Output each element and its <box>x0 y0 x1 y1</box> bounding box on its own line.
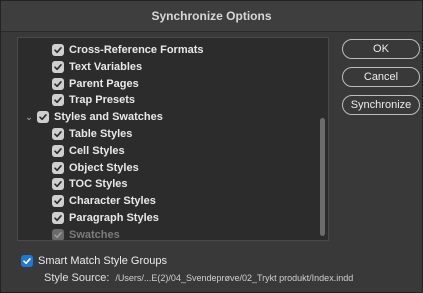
checkmark-icon <box>54 215 62 222</box>
checkmark-icon <box>54 131 62 138</box>
list-item-label: Paragraph Styles <box>69 212 159 224</box>
list-item-checkbox[interactable] <box>52 212 64 224</box>
synchronize-options-dialog: Synchronize Options Cross-Reference Form… <box>0 0 423 293</box>
list-item-checkbox[interactable] <box>52 161 64 174</box>
style-source: Style Source: /Users/...E(2)/04_Svendepr… <box>44 271 353 285</box>
list-item-label: Trap Presets <box>69 94 136 107</box>
style-source-label: Style Source: <box>44 272 110 284</box>
ok-button[interactable]: OK <box>342 39 420 59</box>
style-source-path: /Users/...E(2)/04_Svendeprøve/02_Trykt p… <box>115 273 354 283</box>
list-item-label: Cell Styles <box>69 144 125 157</box>
checkmark-icon <box>54 231 62 238</box>
list-item[interactable]: ⌄ Styles and Swatches <box>24 109 163 125</box>
list-item-checkbox[interactable] <box>52 144 64 157</box>
checkmark-icon <box>54 147 62 154</box>
list-item[interactable]: Trap Presets <box>52 92 135 108</box>
list-item-checkbox[interactable] <box>52 44 64 56</box>
checkmark-icon <box>54 181 62 188</box>
list-item-label: Text Variables <box>69 60 143 73</box>
list-item[interactable]: Swatches <box>52 227 120 241</box>
list-item[interactable]: Parent Pages <box>52 76 139 92</box>
checkmark-icon <box>54 164 62 171</box>
dialog-title: Synchronize Options <box>1 1 422 32</box>
list-item-label: TOC Styles <box>69 178 128 191</box>
cancel-button[interactable]: Cancel <box>342 67 420 87</box>
list-item[interactable]: Text Variables <box>52 59 142 75</box>
list-item-checkbox[interactable] <box>52 94 64 107</box>
list-item-label: Character Styles <box>69 195 156 208</box>
list-item-label: Swatches <box>69 228 120 241</box>
list-item-checkbox[interactable] <box>37 111 49 124</box>
chevron-down-icon[interactable]: ⌄ <box>24 112 34 123</box>
checkmark-icon <box>54 47 62 54</box>
checkmark-icon <box>23 258 31 265</box>
list-scrollbar[interactable] <box>320 118 325 236</box>
list-item-label: Table Styles <box>69 128 133 140</box>
checkmark-icon <box>54 198 62 205</box>
list-item-label: Styles and Swatches <box>54 111 163 124</box>
smart-match-row[interactable]: Smart Match Style Groups <box>21 254 167 268</box>
list-item[interactable]: Cell Styles <box>52 143 125 159</box>
synchronize-button[interactable]: Synchronize <box>342 95 420 115</box>
list-item-label: Object Styles <box>69 161 139 174</box>
list-item-checkbox[interactable] <box>52 60 64 73</box>
smart-match-checkbox[interactable] <box>21 255 33 267</box>
list-item[interactable]: Cross-Reference Formats <box>52 42 204 58</box>
checkmark-icon <box>54 63 62 70</box>
list-item[interactable]: TOC Styles <box>52 176 128 192</box>
list-item-checkbox[interactable] <box>52 228 64 240</box>
list-item[interactable]: Character Styles <box>52 193 156 209</box>
smart-match-label: Smart Match Style Groups <box>38 255 167 267</box>
sync-options-list[interactable]: Cross-Reference Formats Text Variables Par… <box>17 37 329 241</box>
list-item-checkbox[interactable] <box>52 77 64 90</box>
list-item-checkbox[interactable] <box>52 128 64 140</box>
list-item-checkbox[interactable] <box>52 178 64 191</box>
list-item[interactable]: Paragraph Styles <box>52 210 159 226</box>
list-item[interactable]: Object Styles <box>52 160 139 176</box>
list-item-label: Parent Pages <box>69 77 139 90</box>
checkmark-icon <box>39 114 47 121</box>
list-item-checkbox[interactable] <box>52 195 64 208</box>
checkmark-icon <box>54 97 62 104</box>
checkmark-icon <box>54 80 62 87</box>
list-item-label: Cross-Reference Formats <box>69 44 204 56</box>
list-item[interactable]: Table Styles <box>52 126 132 142</box>
